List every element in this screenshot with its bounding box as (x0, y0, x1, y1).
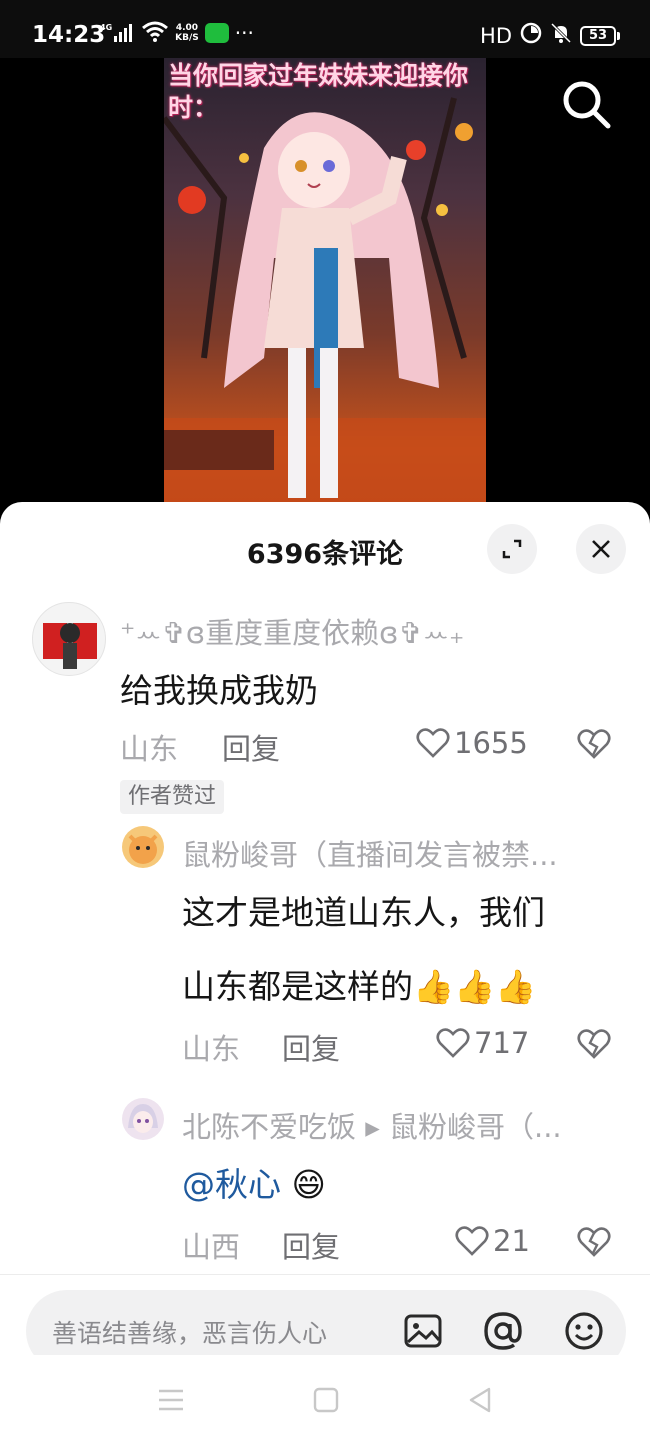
status-left-icons: 4G 4.00 KB/S ··· (100, 20, 254, 46)
heart-icon (455, 1226, 489, 1256)
like-button[interactable]: 717 (436, 1026, 529, 1060)
like-count: 1655 (454, 726, 528, 760)
emoji-icon[interactable] (563, 1310, 605, 1352)
menu-icon[interactable] (156, 1385, 186, 1415)
status-bar: 14:23 4G 4.00 KB/S ··· HD 53 (0, 0, 650, 58)
video-frame[interactable]: 当你回家过年妹妹来迎接你时： (164, 58, 486, 518)
reply-button[interactable]: 回复 (282, 1224, 340, 1266)
comments-count-title: 6396条评论 (246, 539, 404, 570)
like-count: 717 (474, 1026, 530, 1060)
wechat-icon (204, 23, 229, 43)
comment-location: 山东 (120, 732, 179, 766)
wifi-icon (141, 20, 169, 46)
reply-text-line2: 山东都是这样的👍👍👍 (182, 967, 537, 1006)
dislike-icon[interactable] (577, 1026, 611, 1060)
avatar[interactable] (122, 1098, 164, 1140)
status-right-icons: HD 53 (480, 22, 620, 49)
network-speed: 4.00 KB/S (175, 23, 199, 43)
data-saver-icon (520, 22, 542, 49)
home-icon[interactable] (311, 1385, 341, 1415)
speed-value: 4.00 (175, 23, 199, 33)
author-liked-badge: 作者赞过 (120, 780, 225, 814)
comments-sheet: 6396条评论 ⁺ꕀ✞ɞ重度重度依赖ɞ✞ꕀ₊ 给我换成我奶 山东 回复 1655… (0, 502, 650, 1445)
mention-link[interactable]: @秋心 (182, 1165, 281, 1204)
heart-icon (416, 728, 450, 758)
reply-username[interactable]: 北陈不爱吃饭 ▸ 鼠粉峻哥（... (182, 1104, 622, 1146)
video-caption: 当你回家过年妹妹来迎接你时： (168, 61, 469, 122)
video-illustration (164, 97, 486, 518)
battery-level: 53 (580, 25, 616, 46)
reply-text-line1: 这才是地道山东人，我们 (182, 893, 545, 932)
reply-button[interactable]: 回复 (282, 1026, 340, 1068)
reply-username[interactable]: 鼠粉峻哥（直播间发言被禁... (182, 832, 622, 874)
comment-input-placeholder: 善语结善缘，恶言伤人心 (52, 1319, 328, 1348)
search-icon (563, 81, 611, 129)
at-mention-icon[interactable] (482, 1310, 524, 1352)
avatar[interactable] (32, 602, 106, 676)
close-icon (592, 540, 610, 558)
input-divider (0, 1274, 650, 1275)
video-player[interactable]: 当你回家过年妹妹来迎接你时： (0, 58, 650, 518)
image-icon[interactable] (402, 1310, 444, 1352)
heart-icon (436, 1028, 470, 1058)
like-count: 21 (493, 1224, 530, 1258)
reply-location: 山西 (182, 1230, 241, 1264)
dislike-icon[interactable] (577, 1224, 611, 1258)
search-button[interactable] (558, 76, 614, 132)
like-button[interactable]: 1655 (416, 726, 528, 760)
reply-button[interactable]: 回复 (222, 726, 280, 768)
battery-icon: 53 (580, 25, 620, 46)
signal-icon: 4G (100, 23, 135, 43)
reply-location: 山东 (182, 1032, 241, 1066)
back-icon[interactable] (465, 1385, 495, 1415)
grin-emoji: 😄 (291, 1165, 326, 1204)
dislike-icon[interactable] (577, 726, 611, 760)
network-type: 4G (100, 23, 113, 32)
comment-username[interactable]: ⁺ꕀ✞ɞ重度重度依赖ɞ✞ꕀ₊ (120, 610, 464, 652)
status-time: 14:23 (32, 22, 106, 48)
avatar[interactable] (122, 826, 164, 868)
battery-tip (617, 31, 620, 40)
close-button[interactable] (576, 524, 626, 574)
system-nav-bar (0, 1355, 650, 1445)
hd-icon: HD (480, 23, 512, 48)
reply-text: @秋心 😄 (182, 1158, 326, 1206)
expand-button[interactable] (487, 524, 537, 574)
expand-icon (502, 539, 522, 559)
comment-text: 给我换成我奶 (120, 671, 318, 710)
like-button[interactable]: 21 (455, 1224, 530, 1258)
speed-unit: KB/S (175, 33, 199, 43)
more-notifications-icon: ··· (234, 21, 254, 45)
bell-off-icon (550, 22, 572, 49)
